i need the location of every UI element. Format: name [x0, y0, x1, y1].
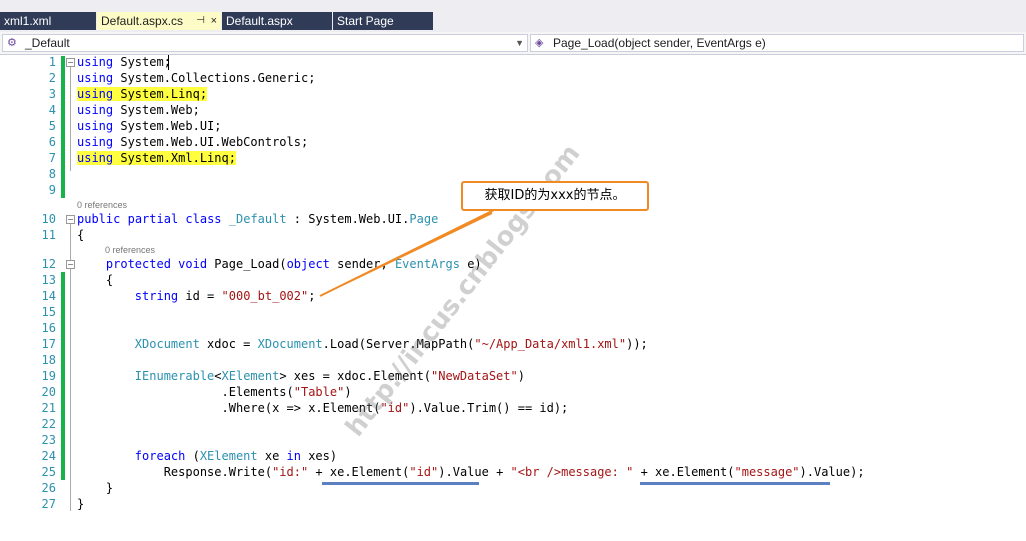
annotation-callout: 获取ID的为xxx的节点。 [461, 181, 649, 211]
callout-pointer [319, 208, 497, 297]
